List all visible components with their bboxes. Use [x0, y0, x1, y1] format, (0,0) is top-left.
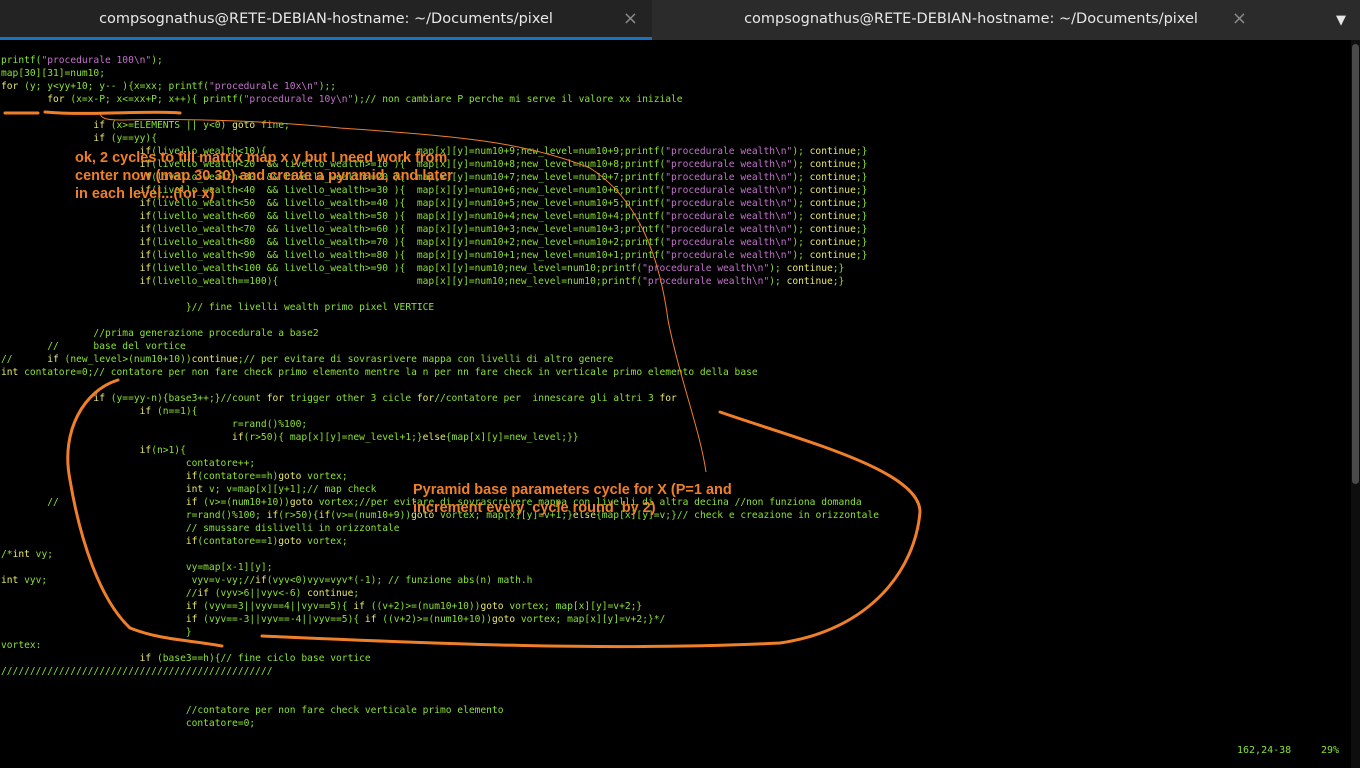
code-line: //prima generazione procedurale a base2	[1, 328, 319, 339]
tab-title: compsognathus@RETE-DEBIAN-hostname: ~/Do…	[99, 11, 553, 27]
code-line: // smussare dislivelli in orizzontale	[1, 523, 400, 534]
code-line: if(contatore==1)goto vortex;	[185, 536, 348, 547]
code-line: }	[1, 627, 192, 638]
tab-title: compsognathus@RETE-DEBIAN-hostname: ~/Do…	[744, 11, 1198, 27]
code-line: //contatore per non fare check verticale…	[1, 705, 504, 716]
code-line: /*int vy;	[1, 549, 53, 560]
code-line: if (x>=ELEMENTS || y<0) goto fine;	[93, 120, 290, 131]
code-line: r=rand()%100;	[1, 419, 308, 430]
code-line: if (vyv==-3||vyv==-4||vyv==5){ if ((v+2)…	[185, 614, 666, 625]
close-icon[interactable]: ×	[1232, 8, 1247, 29]
code-line: for (x=x-P; x<=xx+P; x++){ printf("proce…	[47, 94, 683, 105]
cursor-position: 162,24-38	[1237, 745, 1292, 756]
code-line: vortex:	[1, 640, 42, 651]
scroll-percent: 29%	[1321, 745, 1340, 756]
code-line: int contatore=0;// contatore per non far…	[1, 367, 758, 378]
annotation-note-2: Pyramid base parameters cycle for X (P=1…	[413, 482, 732, 516]
code-line: if(livello_wealth<70 && livello_wealth>=…	[139, 224, 868, 235]
code-line: ////////////////////////////////////////…	[1, 666, 273, 677]
tab-bar: compsognathus@RETE-DEBIAN-hostname: ~/Do…	[0, 0, 1360, 40]
code-line: if(r>50){ map[x][y]=new_level+1;}else{ma…	[232, 432, 579, 443]
code-line: contatore++;	[1, 458, 256, 469]
code-line: // base del vortice	[1, 341, 186, 352]
code-line: vy=map[x-1][y];	[1, 562, 273, 573]
code-line: }// fine livelli wealth primo pixel VERT…	[1, 302, 435, 313]
code-line: if (y==yy-n){base3++;}//count for trigge…	[93, 393, 677, 404]
chevron-down-icon[interactable]: ▼	[1336, 13, 1346, 28]
code-line: if(livello_wealth==100){ map[x][y]=num10…	[139, 276, 845, 287]
code-line: contatore=0;	[1, 718, 256, 729]
code-line: if(livello_wealth<90 && livello_wealth>=…	[139, 250, 868, 261]
tab-terminal-2[interactable]: compsognathus@RETE-DEBIAN-hostname: ~/Do…	[655, 0, 1307, 40]
code-line: // if (new_level>(num10+10))continue;// …	[1, 354, 614, 365]
code-line: //if (vyv>6||vyv<-6) continue;	[1, 588, 360, 599]
code-line: map[30][31]=num10;	[1, 68, 105, 79]
code-line: printf("procedurale 100\n");	[1, 55, 163, 66]
code-line: if (n==1){	[139, 406, 198, 417]
code-line: for (y; y<yy+10; y-- ){x=xx; printf("pro…	[1, 81, 337, 92]
code-line: if (vyv==3||vyv==4||vyv==5){ if ((v+2)>=…	[185, 601, 643, 612]
annotation-note-1: ok, 2 cycles to fill matrix map x y but …	[75, 150, 453, 202]
tab-terminal-1[interactable]: compsognathus@RETE-DEBIAN-hostname: ~/Do…	[0, 0, 652, 40]
code-line: if(livello_wealth<100 && livello_wealth>…	[139, 263, 845, 274]
code-line: if(livello_wealth<80 && livello_wealth>=…	[139, 237, 868, 248]
close-icon[interactable]: ×	[623, 8, 638, 29]
scroll-thumb[interactable]	[1352, 44, 1359, 484]
code-line: if(n>1){	[139, 445, 186, 456]
code-line: if(livello_wealth<60 && livello_wealth>=…	[139, 211, 868, 222]
code-line: if (y==yy){	[93, 133, 157, 144]
code-line: if (base3==h){// fine ciclo base vortice	[139, 653, 371, 664]
scrollbar[interactable]	[1351, 40, 1360, 768]
code-line: int vyv; vyv=v-vy;//if(vyv<0)vyv=vyv*(-1…	[1, 575, 533, 586]
